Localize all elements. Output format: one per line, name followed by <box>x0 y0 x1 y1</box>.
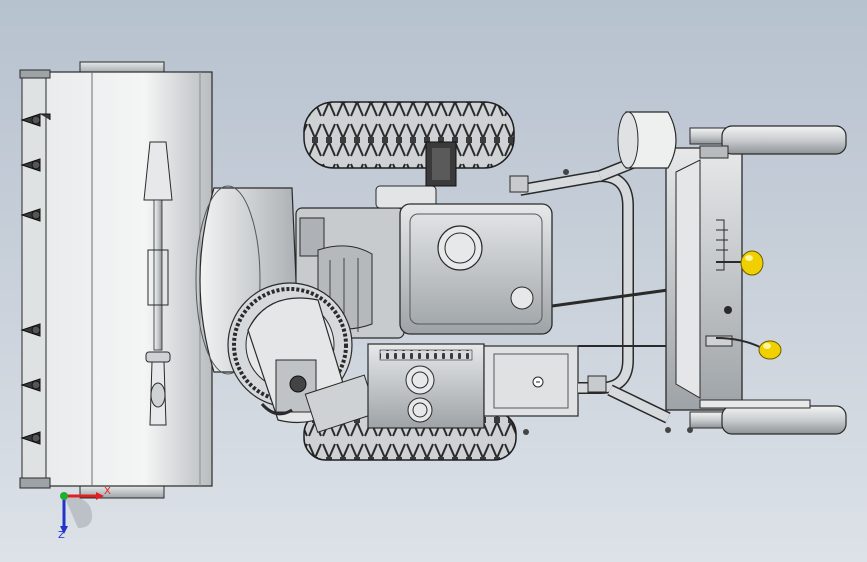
upper-track-wheel[interactable] <box>303 101 515 169</box>
oil-cap[interactable] <box>510 286 534 310</box>
lower-handlebar[interactable] <box>689 399 847 435</box>
upper-handlebar[interactable] <box>689 125 847 159</box>
x-axis-label: X <box>104 486 111 497</box>
auger-housing[interactable] <box>19 61 213 499</box>
headlight[interactable] <box>617 111 677 169</box>
cad-viewport[interactable]: X Z <box>0 0 867 562</box>
battery-box[interactable] <box>483 345 579 417</box>
coordinate-triad[interactable]: X Z <box>44 482 114 542</box>
control-panel[interactable] <box>665 147 743 411</box>
z-axis-label: Z <box>58 530 65 541</box>
y-axis-dot <box>60 492 68 500</box>
fuel-tank[interactable] <box>399 203 553 335</box>
gearbox-housing[interactable] <box>367 343 485 429</box>
snowblower-model-drawing[interactable] <box>0 0 867 562</box>
